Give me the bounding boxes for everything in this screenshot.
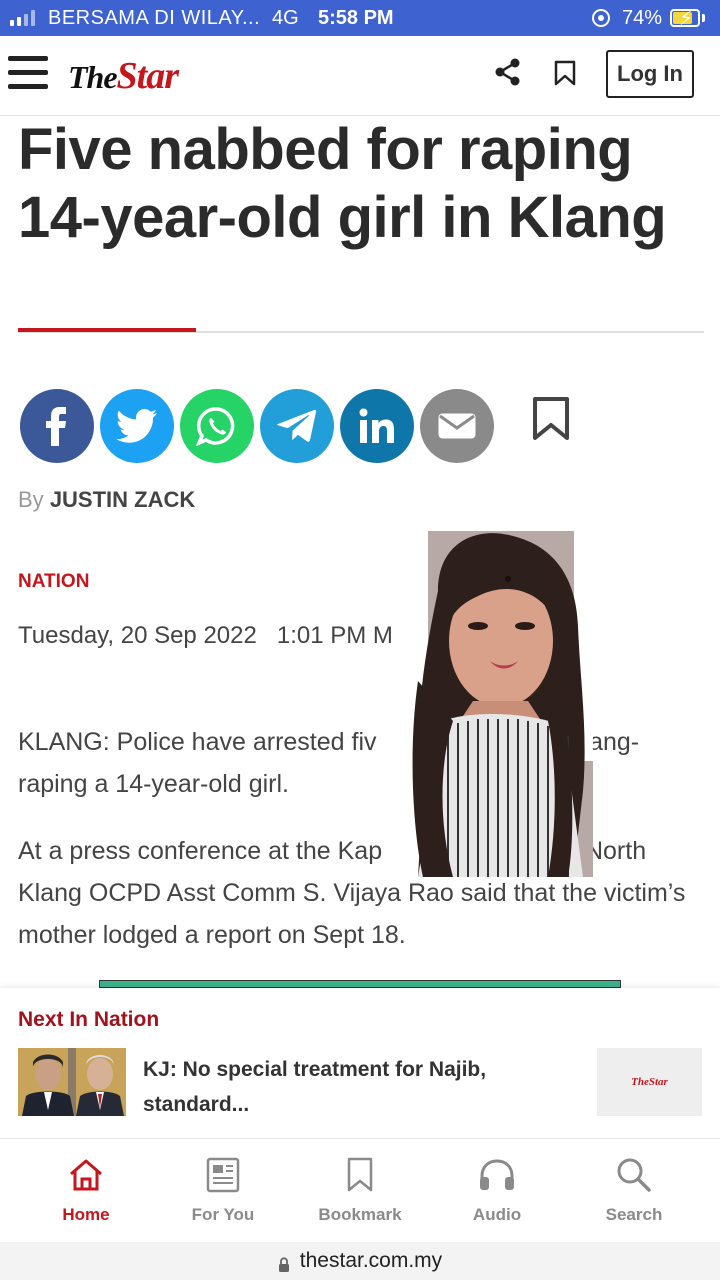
newspaper-icon	[163, 1155, 283, 1195]
twitter-share-button[interactable]	[100, 389, 174, 463]
publish-date: Tuesday, 20 Sep 2022 1:01 PM M	[18, 622, 393, 649]
nav-search[interactable]: Search	[574, 1155, 694, 1225]
telegram-icon	[277, 409, 317, 442]
signal-icon	[10, 10, 35, 26]
clock: 5:58 PM	[318, 7, 394, 29]
email-share-button[interactable]	[420, 389, 494, 463]
author-link[interactable]: JUSTIN ZACK	[50, 487, 195, 512]
next-article-source-logo: TheStar	[597, 1048, 702, 1116]
site-header: TheStar Log In	[0, 36, 720, 116]
next-in-nation-panel: Next In Nation KJ: No special treatment …	[0, 988, 720, 1138]
nav-bookmark[interactable]: Bookmark	[300, 1155, 420, 1225]
home-icon	[26, 1155, 146, 1195]
whatsapp-share-button[interactable]	[180, 389, 254, 463]
facebook-icon	[46, 407, 66, 446]
byline-prefix: By	[18, 487, 44, 512]
headline-accent-rule	[18, 328, 196, 332]
telegram-share-button[interactable]	[260, 389, 334, 463]
nav-for-you-label: For You	[191, 1205, 255, 1224]
floating-video-overlay[interactable]	[398, 531, 593, 877]
share-icon[interactable]	[494, 58, 522, 86]
byline: By JUSTIN ZACK	[18, 487, 195, 513]
nav-search-label: Search	[605, 1205, 663, 1224]
battery-percent: 74%	[622, 7, 663, 29]
logo-the: The	[68, 59, 118, 95]
menu-icon[interactable]	[8, 56, 48, 92]
bookmark-icon	[300, 1155, 420, 1195]
thestar-logo[interactable]: TheStar	[68, 54, 179, 98]
article-headline: Five nabbed for raping 14-year-old girl …	[18, 117, 667, 250]
lock-icon	[278, 1254, 290, 1272]
carrier-name: BERSAMA DI WILAY...	[48, 7, 261, 29]
browser-url-bar[interactable]: thestar.com.my	[0, 1242, 720, 1280]
logo-star: Star	[116, 55, 179, 97]
nav-audio[interactable]: Audio	[437, 1155, 557, 1225]
share-buttons	[20, 389, 494, 463]
article-bookmark-icon[interactable]	[532, 396, 570, 447]
bookmark-icon[interactable]	[554, 60, 576, 91]
article-paragraph: KLANG: Police have arrested fiv egedly g…	[18, 728, 640, 798]
email-icon	[438, 413, 476, 439]
status-bar: BERSAMA DI WILAY... 4G 5:58 PM 74% ⚡	[0, 0, 720, 36]
nav-for-you[interactable]: For You	[163, 1155, 283, 1225]
linkedin-share-button[interactable]	[340, 389, 414, 463]
battery-tip	[702, 14, 705, 22]
person-photo	[398, 531, 593, 877]
headphones-icon	[437, 1155, 557, 1195]
nav-audio-label: Audio	[472, 1205, 522, 1224]
charging-bolt-icon: ⚡	[679, 8, 694, 30]
twitter-icon	[117, 409, 157, 443]
nav-home-label: Home	[62, 1205, 110, 1224]
search-icon	[574, 1155, 694, 1195]
next-article-thumbnail[interactable]	[18, 1048, 126, 1116]
next-article-headline[interactable]: KJ: No special treatment for Najib, stan…	[143, 1052, 563, 1122]
linkedin-icon	[359, 408, 394, 443]
whatsapp-icon	[196, 407, 235, 447]
facebook-share-button[interactable]	[20, 389, 94, 463]
next-section-title: Next In Nation	[18, 1008, 160, 1031]
url-domain: thestar.com.my	[299, 1249, 443, 1272]
nav-bookmark-label: Bookmark	[318, 1205, 402, 1224]
rotation-lock-icon	[592, 9, 610, 27]
article-paragraph: At a press conference at the Kap n here,…	[18, 837, 693, 949]
login-button[interactable]: Log In	[606, 50, 694, 98]
nav-home[interactable]: Home	[26, 1155, 146, 1225]
category-link[interactable]: NATION	[18, 571, 89, 593]
bottom-navigation: Home For You Bookmark Audio Search	[0, 1138, 720, 1242]
network-type: 4G	[272, 7, 299, 29]
ad-banner[interactable]	[99, 980, 621, 988]
